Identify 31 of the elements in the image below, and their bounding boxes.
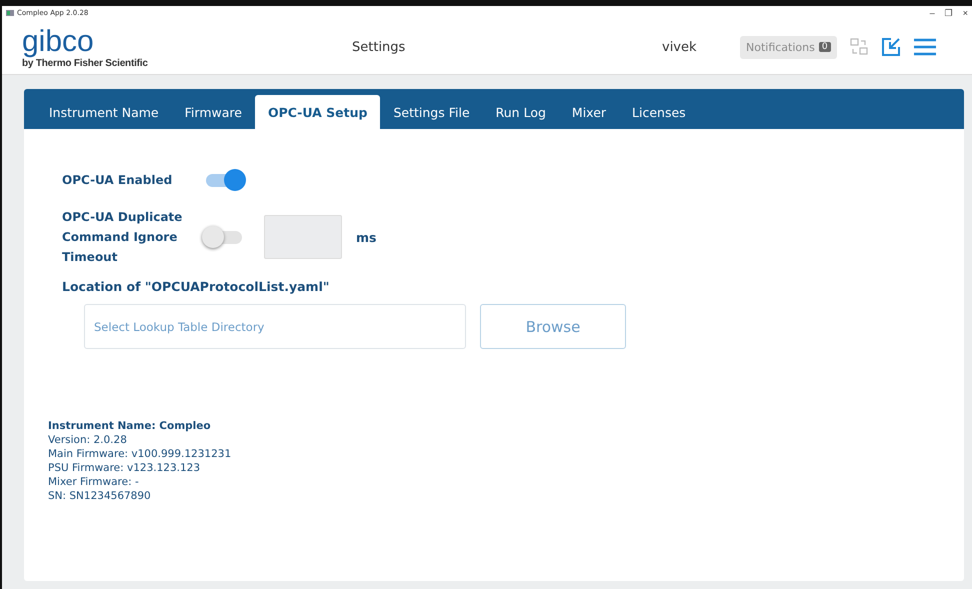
notification-count: 0 [818, 42, 831, 52]
tab[interactable]: Licenses [619, 95, 699, 129]
info-line: SN: SN1234567890 [48, 489, 152, 503]
logo-subtitle: by Thermo Fisher Scientific [22, 58, 148, 68]
window-control[interactable]: × [962, 8, 968, 18]
minimize-arrow-icon[interactable] [880, 37, 901, 57]
user-name: vivek [662, 40, 698, 54]
timeout-field[interactable] [264, 215, 342, 259]
info-title: Instrument Name: Compleo [48, 419, 212, 433]
tab[interactable]: Settings File [380, 95, 483, 129]
setting-label: OPC-UA Duplicate Command Ignore Timeout [62, 209, 184, 266]
tab[interactable]: Instrument Name [36, 95, 172, 129]
setting-label: OPC-UA Enabled [62, 172, 174, 189]
tab[interactable]: OPC-UA Setup [254, 95, 380, 129]
info-line: Main Firmware: v100.999.1231231 [48, 447, 232, 461]
info-line: Mixer Firmware: - [48, 475, 140, 489]
tab[interactable]: Run Log [482, 95, 559, 129]
info-line: PSU Firmware: v123.123.123 [48, 461, 202, 475]
connection-icon[interactable] [848, 37, 869, 57]
window-control[interactable]: ❐ [944, 8, 953, 18]
tab[interactable]: Firmware [172, 95, 255, 129]
unit-label: ms [356, 230, 376, 244]
window-control[interactable]: – [930, 8, 935, 18]
tab[interactable]: Mixer [558, 95, 620, 129]
directory-field[interactable]: Select Lookup Table Directory [84, 304, 466, 349]
menu-icon[interactable] [912, 37, 937, 57]
location-label: Location of "OPCUAProtocolList.yaml" [62, 279, 330, 294]
app-icon [6, 10, 14, 16]
page-title: Settings [352, 40, 406, 54]
info-line: Version: 2.0.28 [48, 433, 128, 447]
logo-text: gibco [22, 26, 94, 58]
